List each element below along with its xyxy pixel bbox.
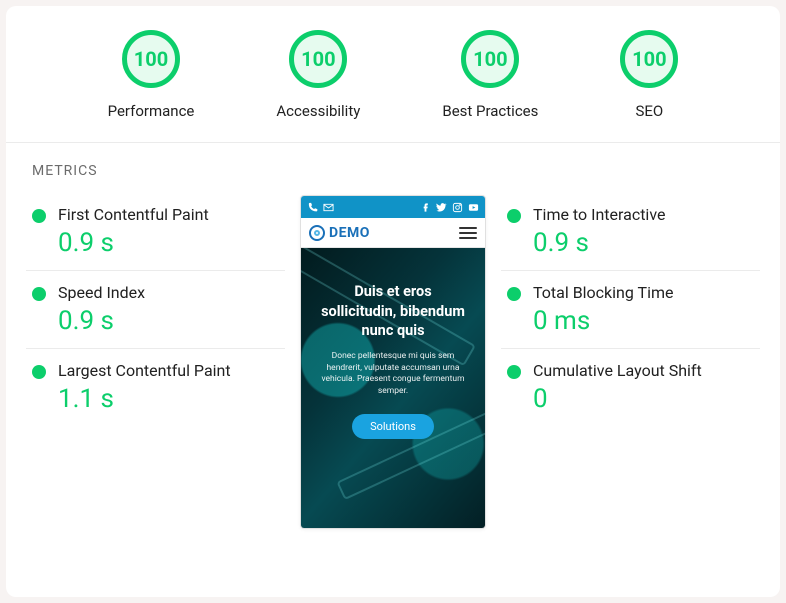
phone-mock: DEMO Duis et eros sollicitudin, bibendum… [300, 195, 486, 529]
metric-first-contentful-paint: First Contentful Paint 0.9 s [26, 193, 285, 270]
score-label: Best Practices [442, 102, 538, 120]
score-gauge: 100 [620, 30, 678, 88]
logo-mark-icon [309, 225, 325, 241]
score-seo: 100 SEO [620, 30, 678, 120]
hero-copy: Donec pellentesque mi quis sem hendrerit… [315, 351, 471, 399]
metric-value: 0.9 s [533, 228, 665, 258]
metric-total-blocking-time: Total Blocking Time 0 ms [501, 270, 760, 348]
phone-status-bar [301, 196, 485, 218]
twitter-icon [436, 202, 447, 213]
score-best-practices: 100 Best Practices [442, 30, 538, 120]
logo-text: DEMO [329, 225, 370, 241]
metric-label: Time to Interactive [533, 205, 665, 224]
status-dot-pass-icon [32, 209, 46, 223]
score-label: SEO [636, 102, 664, 120]
metric-largest-contentful-paint: Largest Contentful Paint 1.1 s [26, 348, 285, 426]
hero-cta-button: Solutions [352, 414, 434, 439]
status-dot-pass-icon [507, 365, 521, 379]
metric-value: 0 [533, 384, 702, 414]
metric-label: Speed Index [58, 283, 145, 302]
metric-value: 0 ms [533, 306, 673, 336]
hamburger-icon [459, 227, 477, 239]
score-gauge: 100 [122, 30, 180, 88]
score-label: Performance [108, 102, 195, 120]
status-dot-pass-icon [507, 287, 521, 301]
mail-icon [323, 202, 334, 213]
score-accessibility: 100 Accessibility [276, 30, 360, 120]
status-dot-pass-icon [507, 209, 521, 223]
score-row: 100 Performance 100 Accessibility 100 Be… [6, 30, 780, 142]
metric-cumulative-layout-shift: Cumulative Layout Shift 0 [501, 348, 760, 426]
hero-section: Duis et eros sollicitudin, bibendum nunc… [301, 248, 485, 528]
metric-label: Largest Contentful Paint [58, 361, 231, 380]
phone-icon [307, 202, 318, 213]
score-gauge: 100 [289, 30, 347, 88]
metric-label: Total Blocking Time [533, 283, 673, 302]
metrics-area: First Contentful Paint 0.9 s Speed Index… [6, 185, 780, 529]
metric-value: 0.9 s [58, 306, 145, 336]
instagram-icon [452, 202, 463, 213]
score-gauge: 100 [461, 30, 519, 88]
site-logo: DEMO [309, 225, 370, 241]
metric-time-to-interactive: Time to Interactive 0.9 s [501, 193, 760, 270]
lighthouse-report-card: 100 Performance 100 Accessibility 100 Be… [6, 6, 780, 597]
youtube-icon [468, 202, 479, 213]
score-performance: 100 Performance [108, 30, 195, 120]
metric-value: 1.1 s [58, 384, 231, 414]
metrics-heading: METRICS [6, 143, 780, 185]
status-dot-pass-icon [32, 365, 46, 379]
metric-label: First Contentful Paint [58, 205, 209, 224]
metrics-column-right: Time to Interactive 0.9 s Total Blocking… [501, 193, 760, 529]
metric-speed-index: Speed Index 0.9 s [26, 270, 285, 348]
metric-label: Cumulative Layout Shift [533, 361, 702, 380]
status-dot-pass-icon [32, 287, 46, 301]
phone-nav-bar: DEMO [301, 218, 485, 248]
screenshot-thumbnail: DEMO Duis et eros sollicitudin, bibendum… [295, 193, 491, 529]
metric-value: 0.9 s [58, 228, 209, 258]
metrics-column-left: First Contentful Paint 0.9 s Speed Index… [26, 193, 285, 529]
score-label: Accessibility [276, 102, 360, 120]
hero-title: Duis et eros sollicitudin, bibendum nunc… [315, 282, 471, 341]
facebook-icon [420, 202, 431, 213]
